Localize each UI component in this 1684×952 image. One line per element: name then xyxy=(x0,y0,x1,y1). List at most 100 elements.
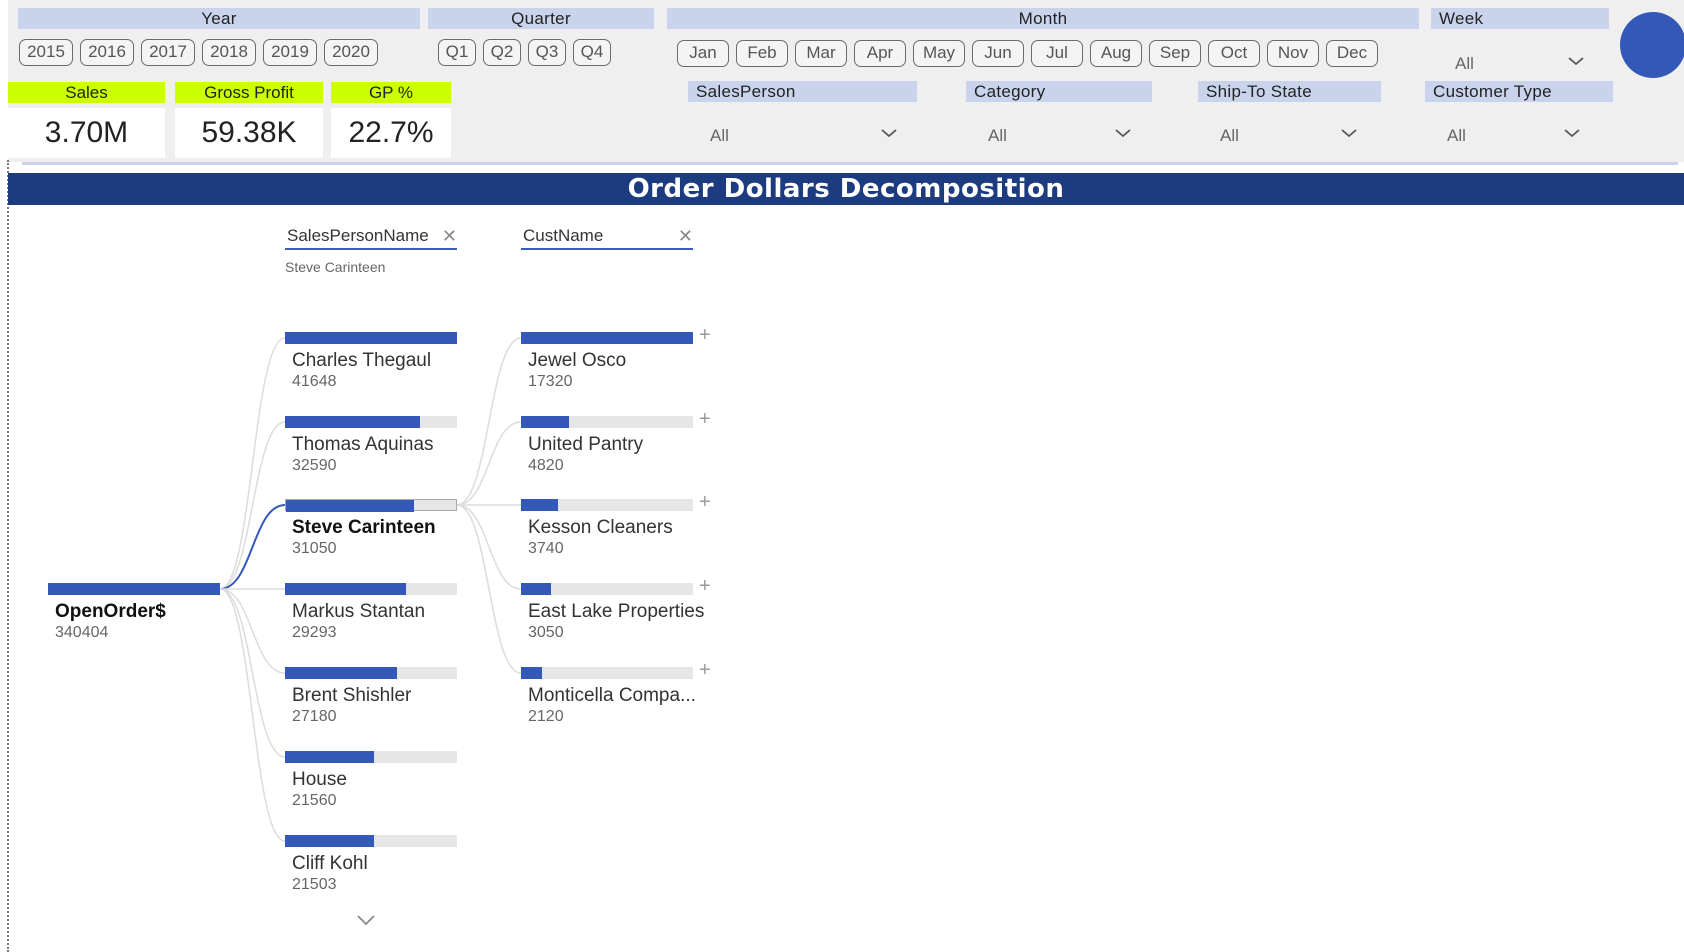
customer-node[interactable]: Monticella Compa... 2120 + xyxy=(521,659,711,729)
node-label: Steve Carinteen xyxy=(292,517,436,538)
root-node[interactable]: OpenOrder$ 340404 xyxy=(48,583,220,645)
bar-fill xyxy=(285,835,374,847)
month-slicer: Jan Feb Mar Apr May Jun Jul Aug Sep Oct Nov Dec xyxy=(677,40,1378,67)
link xyxy=(219,588,286,758)
node-value: 17320 xyxy=(528,373,573,390)
level-header-salesperson: SalesPersonName ✕ xyxy=(285,226,457,250)
visual-title: Order Dollars Decomposition xyxy=(8,173,1684,205)
year-tile[interactable]: 2017 xyxy=(141,39,195,66)
report-page: Year 2015 2016 2017 2018 2019 2020 Quarter Q1… xyxy=(0,0,1684,952)
customer-node[interactable]: United Pantry 4820 + xyxy=(521,408,711,478)
node-label: OpenOrder$ xyxy=(55,601,166,622)
salesperson-node[interactable]: Thomas Aquinas 32590 xyxy=(285,416,457,478)
salesperson-node[interactable]: Steve Carinteen 31050 xyxy=(285,499,457,561)
divider xyxy=(22,162,1678,165)
link xyxy=(219,421,286,590)
plus-icon[interactable]: + xyxy=(699,575,711,598)
gross-profit-kpi-label: Gross Profit xyxy=(175,82,323,103)
month-tile[interactable]: Jul xyxy=(1031,40,1083,67)
link xyxy=(219,337,286,590)
month-tile[interactable]: May xyxy=(913,40,965,67)
year-tile[interactable]: 2019 xyxy=(263,39,317,66)
gp-percent-kpi-value: 22.7% xyxy=(331,108,451,158)
month-tile[interactable]: Jun xyxy=(972,40,1024,67)
close-icon[interactable]: ✕ xyxy=(442,226,457,246)
node-value: 29293 xyxy=(292,624,337,641)
bar-fill xyxy=(521,416,569,428)
bar-fill xyxy=(286,500,414,512)
gross-profit-kpi-value: 59.38K xyxy=(175,108,323,158)
month-tile[interactable]: Mar xyxy=(795,40,847,67)
chevron-down-icon xyxy=(1564,129,1580,138)
year-tile[interactable]: 2018 xyxy=(202,39,256,66)
bar-track xyxy=(521,416,693,428)
quarter-tile[interactable]: Q3 xyxy=(528,39,566,66)
link xyxy=(456,504,522,674)
category-dropdown[interactable]: All xyxy=(988,122,1134,150)
month-tile[interactable]: Aug xyxy=(1090,40,1142,67)
bar-track xyxy=(285,667,457,679)
node-value: 340404 xyxy=(55,624,109,641)
link xyxy=(456,504,522,590)
month-tile[interactable]: Sep xyxy=(1149,40,1201,67)
year-tile[interactable]: 2020 xyxy=(324,39,378,66)
node-label: Jewel Osco xyxy=(528,350,627,371)
week-slicer-header: Week xyxy=(1431,8,1609,29)
salesperson-node[interactable]: Markus Stantan 29293 xyxy=(285,583,457,645)
customer-node[interactable]: Kesson Cleaners 3740 + xyxy=(521,491,711,561)
node-label: Kesson Cleaners xyxy=(528,517,673,538)
close-icon[interactable]: ✕ xyxy=(678,226,693,246)
quarter-tile[interactable]: Q1 xyxy=(438,39,476,66)
month-tile[interactable]: Oct xyxy=(1208,40,1260,67)
level-selected-value: Steve Carinteen xyxy=(285,259,386,275)
bar-track xyxy=(521,332,693,344)
node-value: 3050 xyxy=(528,624,564,641)
node-label: Cliff Kohl xyxy=(292,853,368,874)
year-tile[interactable]: 2016 xyxy=(80,39,134,66)
node-value: 32590 xyxy=(292,457,337,474)
customer-type-dropdown[interactable]: All xyxy=(1447,122,1583,150)
week-dropdown[interactable]: All xyxy=(1455,50,1587,78)
month-tile[interactable]: Jan xyxy=(677,40,729,67)
root-bar xyxy=(48,583,220,595)
plus-icon[interactable]: + xyxy=(699,324,711,347)
ship-to-state-dropdown-value: All xyxy=(1220,126,1239,145)
level-field-label: SalesPersonName xyxy=(287,226,429,245)
salesperson-node[interactable]: Brent Shishler 27180 xyxy=(285,667,457,729)
node-value: 21503 xyxy=(292,876,337,893)
plus-icon[interactable]: + xyxy=(699,408,711,431)
quarter-tile[interactable]: Q4 xyxy=(573,39,611,66)
salesperson-node[interactable]: Charles Thegaul 41648 xyxy=(285,332,457,394)
ship-to-state-dropdown[interactable]: All xyxy=(1220,122,1360,150)
salesperson-dropdown[interactable]: All xyxy=(710,122,900,150)
month-tile[interactable]: Feb xyxy=(736,40,788,67)
circle-button[interactable] xyxy=(1620,12,1684,78)
plus-icon[interactable]: + xyxy=(699,659,711,682)
year-tile[interactable]: 2015 xyxy=(19,39,73,66)
node-label: Charles Thegaul xyxy=(292,350,432,371)
ship-to-state-slicer-header: Ship-To State xyxy=(1198,81,1381,102)
chevron-down-icon xyxy=(1341,129,1357,138)
gp-percent-kpi-label: GP % xyxy=(331,82,451,103)
customer-node[interactable]: Jewel Osco 17320 + xyxy=(521,324,711,394)
salesperson-node[interactable]: House 21560 xyxy=(285,751,457,813)
chevron-down-icon[interactable] xyxy=(355,912,377,928)
chevron-down-icon xyxy=(1568,57,1584,66)
bar-track xyxy=(521,499,693,511)
link xyxy=(456,421,522,506)
link xyxy=(456,337,522,506)
quarter-tile[interactable]: Q2 xyxy=(483,39,521,66)
node-value: 31050 xyxy=(292,540,337,557)
node-value: 21560 xyxy=(292,792,337,809)
bar-fill xyxy=(285,583,406,595)
month-tile[interactable]: Nov xyxy=(1267,40,1319,67)
node-value: 27180 xyxy=(292,708,337,725)
month-tile[interactable]: Dec xyxy=(1326,40,1378,67)
node-label: Monticella Compa... xyxy=(528,685,696,706)
customer-node[interactable]: East Lake Properties 3050 + xyxy=(521,575,711,645)
salesperson-node[interactable]: Cliff Kohl 21503 xyxy=(285,835,457,897)
plus-icon[interactable]: + xyxy=(699,491,711,514)
month-tile[interactable]: Apr xyxy=(854,40,906,67)
quarter-slicer-header: Quarter xyxy=(428,8,654,29)
node-label: Brent Shishler xyxy=(292,685,412,706)
